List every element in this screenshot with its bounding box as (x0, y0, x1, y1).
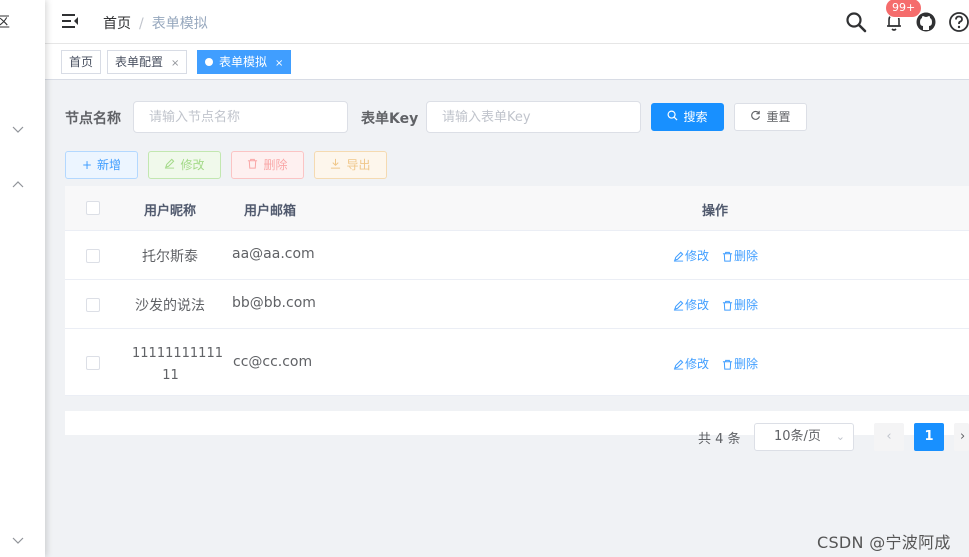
tag-label: 表单模拟 (219, 55, 268, 69)
tag-form-config[interactable]: 表单配置 × (107, 50, 188, 74)
breadcrumb: 首页 / 表单模拟 (103, 13, 208, 33)
export-button[interactable]: 导出 (314, 151, 387, 179)
refresh-icon (751, 110, 761, 120)
trash-icon (722, 359, 733, 370)
cell-email: bb@bb.com (232, 295, 316, 311)
edit-icon (165, 158, 175, 169)
pagination-total: 共 4 条 (698, 432, 741, 447)
page-number-current[interactable]: 1 (914, 423, 944, 451)
add-button[interactable]: + 新增 (65, 151, 138, 179)
node-name-label: 节点名称 (65, 111, 121, 127)
breadcrumb-home[interactable]: 首页 (103, 16, 131, 32)
cell-nickname: 沙发的说法 (135, 298, 205, 314)
delete-button[interactable]: 删除 (231, 151, 304, 179)
help-icon[interactable] (948, 11, 969, 33)
row-edit-link[interactable]: 修改 (673, 355, 709, 372)
row-checkbox[interactable] (86, 249, 100, 263)
hamburger-icon[interactable] (61, 12, 79, 30)
table-row: 托尔斯泰 aa@aa.com 修改 删除 (65, 231, 969, 280)
download-icon (331, 158, 341, 169)
chevron-up-icon[interactable] (11, 178, 25, 192)
edit-button-label: 修改 (180, 158, 205, 172)
next-page-button[interactable]: › (954, 423, 969, 451)
trash-icon (248, 158, 258, 169)
chevron-down-icon[interactable] (11, 533, 25, 547)
tags-view: 首页 表单配置 × 表单模拟 × (45, 44, 969, 80)
navbar: 首页 / 表单模拟 99+ (45, 0, 969, 44)
sidebar-cut-text: 区 (0, 15, 10, 31)
row-delete-label: 删除 (734, 357, 759, 371)
table-header: 用户昵称 用户邮箱 操作 (65, 186, 969, 231)
select-all-checkbox[interactable] (86, 201, 100, 215)
edit-button[interactable]: 修改 (148, 151, 221, 179)
delete-button-label: 删除 (263, 158, 288, 172)
form-key-input[interactable] (426, 101, 641, 133)
tag-label: 首页 (69, 55, 94, 69)
edit-icon (673, 359, 684, 370)
reset-button-label: 重置 (766, 110, 791, 124)
row-delete-label: 删除 (734, 298, 759, 312)
cell-nickname: 托尔斯泰 (142, 249, 198, 265)
plus-icon: + (81, 158, 93, 172)
edit-icon (673, 251, 684, 262)
form-key-label: 表单Key (361, 111, 419, 127)
column-header-nickname: 用户昵称 (144, 204, 197, 219)
cell-email: cc@cc.com (233, 354, 313, 370)
trash-icon (722, 300, 733, 311)
row-delete-label: 删除 (734, 249, 759, 263)
cell-nickname-line1: 11111111111 (132, 346, 223, 361)
sidebar: 区 (0, 0, 45, 557)
page-size-select[interactable]: 10条/页 ⌄ (754, 423, 854, 451)
tag-label: 表单配置 (115, 55, 164, 69)
breadcrumb-current: 表单模拟 (151, 16, 208, 32)
row-edit-link[interactable]: 修改 (673, 296, 709, 313)
cell-email: aa@aa.com (232, 246, 315, 262)
cell-nickname: 11111111111 11 (132, 343, 223, 387)
row-edit-label: 修改 (685, 357, 710, 371)
row-checkbox[interactable] (86, 356, 100, 370)
row-delete-link[interactable]: 删除 (722, 296, 758, 313)
add-button-label: 新增 (97, 158, 122, 172)
column-header-actions: 操作 (702, 204, 729, 219)
node-name-input[interactable] (133, 101, 348, 133)
cell-nickname-line2: 11 (162, 368, 179, 383)
close-icon[interactable]: × (275, 58, 283, 69)
page-size-value: 10条/页 (774, 429, 821, 444)
row-edit-label: 修改 (685, 298, 710, 312)
column-header-email: 用户邮箱 (244, 204, 297, 219)
row-checkbox[interactable] (86, 298, 100, 312)
table-row: 11111111111 11 cc@cc.com 修改 删除 (65, 329, 969, 396)
search-icon[interactable] (845, 11, 867, 33)
table-row: 沙发的说法 bb@bb.com 修改 删除 (65, 280, 969, 329)
chevron-down-icon: ⌄ (835, 430, 845, 443)
github-icon[interactable] (915, 11, 937, 33)
chevron-down-icon[interactable] (11, 122, 25, 136)
row-delete-link[interactable]: 删除 (722, 355, 758, 372)
reset-button[interactable]: 重置 (734, 103, 807, 131)
tag-home[interactable]: 首页 (61, 50, 102, 74)
row-edit-link[interactable]: 修改 (673, 247, 709, 264)
row-edit-label: 修改 (685, 249, 710, 263)
chevron-left-icon: ‹ (886, 429, 892, 444)
row-delete-link[interactable]: 删除 (722, 247, 758, 264)
close-icon[interactable]: × (171, 58, 179, 69)
edit-icon (673, 300, 684, 311)
search-button-label: 搜索 (683, 110, 708, 124)
watermark: CSDN @宁波阿成 (817, 533, 951, 552)
trash-icon (722, 251, 733, 262)
active-dot-icon (205, 58, 213, 66)
search-icon (667, 110, 678, 121)
breadcrumb-separator: / (139, 16, 144, 32)
tag-form-simulation[interactable]: 表单模拟 × (197, 50, 292, 74)
search-button[interactable]: 搜索 (651, 103, 724, 131)
chevron-right-icon: › (960, 429, 966, 444)
prev-page-button[interactable]: ‹ (874, 423, 904, 451)
export-button-label: 导出 (346, 158, 371, 172)
